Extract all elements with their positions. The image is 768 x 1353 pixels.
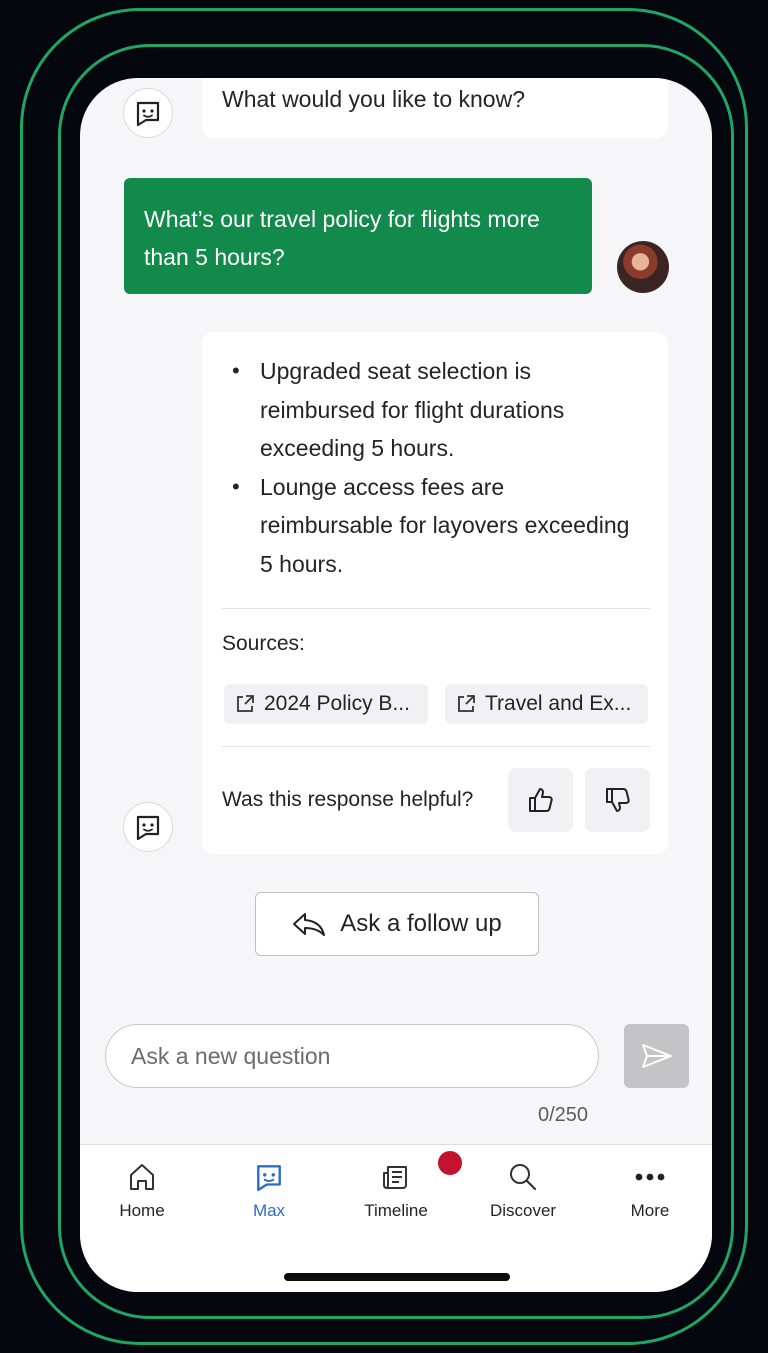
bot-avatar — [123, 802, 173, 852]
nav-label: More — [630, 1201, 670, 1220]
thumbs-down-icon — [605, 788, 630, 812]
nav-item-discover[interactable]: Discover — [473, 1159, 573, 1229]
bot-face-icon — [136, 815, 160, 841]
nav-item-home[interactable]: Home — [92, 1159, 192, 1229]
thumbs-up-icon — [528, 788, 553, 812]
nav-item-more[interactable]: More — [600, 1159, 700, 1229]
helpful-prompt: Was this response helpful? — [222, 788, 474, 811]
bot-answer-card: Upgraded seat selection is reimbursed fo… — [202, 332, 668, 854]
nav-item-max[interactable]: Max — [219, 1159, 319, 1229]
thumbs-down-button[interactable] — [585, 768, 650, 832]
nav-label: Timeline — [364, 1201, 428, 1220]
ask-follow-up-button[interactable]: Ask a follow up — [255, 892, 539, 956]
user-avatar — [617, 241, 669, 293]
home-icon — [130, 1164, 154, 1190]
nav-label: Discover — [489, 1201, 557, 1220]
source-chip-label: Travel and Ex... — [485, 692, 632, 715]
news-icon — [383, 1166, 407, 1189]
bot-face-icon — [257, 1165, 281, 1192]
thumbs-up-button[interactable] — [508, 768, 573, 832]
nav-item-timeline[interactable]: Timeline — [346, 1151, 462, 1229]
source-chip-1[interactable]: 2024 Policy B... — [224, 684, 428, 724]
send-button[interactable] — [624, 1024, 689, 1088]
notification-badge — [438, 1151, 462, 1175]
phone-screen: What would you like to know? What’s our … — [80, 78, 712, 1292]
external-link-icon — [237, 695, 254, 712]
search-icon — [510, 1164, 537, 1191]
bottom-nav: Home Max Timeline Discover More — [80, 1144, 712, 1292]
user-question-bubble: What’s our travel policy for flights mor… — [124, 178, 592, 294]
bot-face-icon — [136, 101, 160, 127]
answer-point: Upgraded seat selection is reimbursed fo… — [232, 352, 640, 468]
source-chip-label: 2024 Policy B... — [264, 692, 410, 715]
divider — [222, 746, 650, 747]
bot-avatar — [123, 88, 173, 138]
home-indicator[interactable] — [284, 1273, 510, 1281]
bot-greeting-text: What would you like to know? — [222, 86, 525, 112]
source-chip-2[interactable]: Travel and Ex... — [445, 684, 648, 724]
reply-icon — [293, 913, 326, 936]
nav-label: Max — [252, 1201, 286, 1220]
external-link-icon — [458, 695, 475, 712]
nav-label: Home — [119, 1201, 165, 1220]
send-icon — [641, 1044, 672, 1068]
sources-label: Sources: — [222, 632, 305, 655]
answer-point: Lounge access fees are reimbursable for … — [232, 468, 640, 584]
character-counter: 0/250 — [538, 1104, 589, 1126]
more-icon — [635, 1173, 665, 1181]
divider — [222, 608, 650, 609]
follow-up-label: Ask a follow up — [340, 910, 502, 937]
ask-question-input[interactable] — [105, 1024, 599, 1088]
bot-greeting-bubble: What would you like to know? — [202, 78, 668, 138]
answer-list: Upgraded seat selection is reimbursed fo… — [232, 352, 640, 584]
